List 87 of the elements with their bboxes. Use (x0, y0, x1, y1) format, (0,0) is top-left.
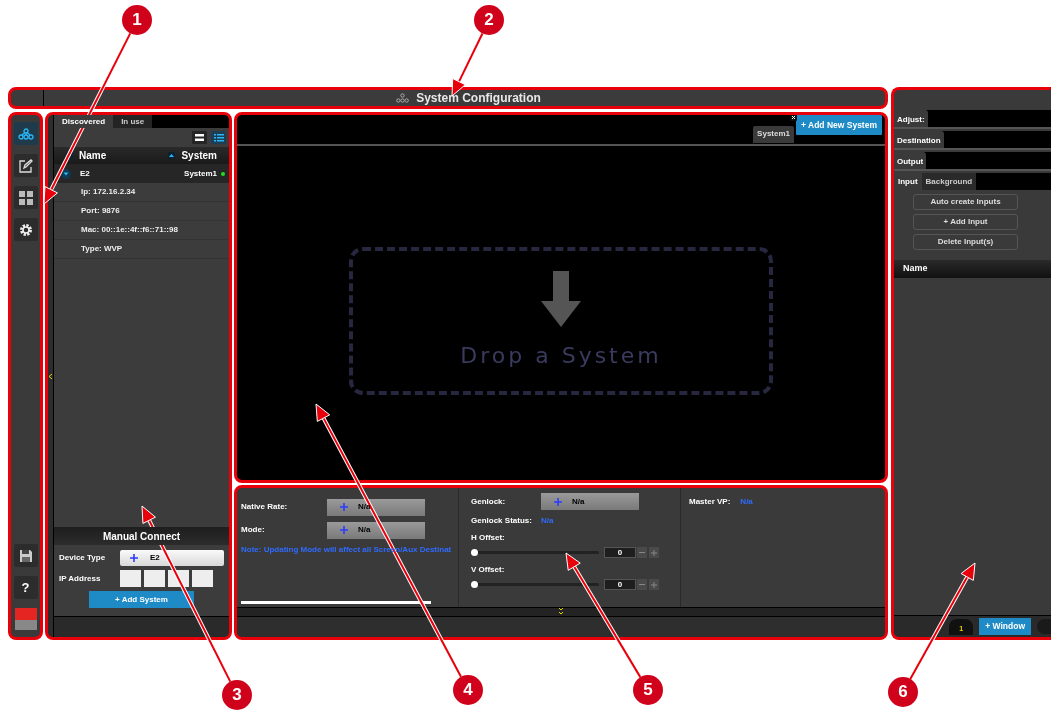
nav-button[interactable] (13, 218, 38, 241)
plus-icon (651, 549, 657, 556)
slider-thumb[interactable] (471, 549, 478, 556)
section-header: Manual Connect (54, 527, 229, 545)
system-name: System1 (184, 167, 217, 180)
tab[interactable]: In use (113, 115, 153, 128)
add-system-button[interactable]: + Add System (89, 591, 194, 608)
field-label: Genlock Status: (471, 515, 533, 527)
nav-button[interactable] (13, 154, 38, 177)
grid-icon (18, 190, 33, 205)
action-button[interactable]: + Add Input (913, 214, 1018, 230)
action-button[interactable]: Auto create Inputs (913, 194, 1018, 210)
column-header: System (181, 149, 217, 163)
callout-number: 4 (453, 675, 483, 705)
field-label: Mode: (241, 524, 266, 536)
callout-number: 5 (633, 675, 663, 705)
list-icon (213, 133, 224, 142)
save-button[interactable] (13, 544, 38, 567)
plus-icon (554, 497, 562, 506)
select-field[interactable]: N/a (327, 521, 425, 539)
field-label: Genlock: (471, 495, 507, 508)
section-tab[interactable]: Output (894, 152, 927, 169)
add-new-system-button[interactable]: + Add New System (796, 115, 882, 135)
number-field[interactable]: 0 (604, 547, 636, 558)
minus-icon (639, 552, 645, 553)
close-icon[interactable] (790, 115, 797, 121)
field-label: V Offset: (471, 564, 506, 576)
select-field[interactable]: N/a (541, 493, 639, 510)
field-label: H Offset: (471, 532, 506, 544)
add-window-button[interactable]: + Window (979, 618, 1031, 635)
view-mode-button[interactable] (192, 131, 207, 144)
callout-number: 6 (888, 677, 918, 707)
callout-number: 2 (474, 5, 504, 35)
plus-icon (130, 554, 138, 562)
plus-icon (340, 526, 348, 534)
callout-number: 3 (222, 680, 252, 710)
status-value: N/a (740, 496, 753, 508)
drop-label: Drop a System (460, 341, 662, 370)
section-tab[interactable]: Destination (894, 131, 944, 148)
device-detail: Type: WVP (81, 243, 123, 255)
nav-button[interactable] (13, 186, 38, 209)
nav-button[interactable] (13, 122, 38, 145)
system-tab[interactable]: System1 (753, 125, 794, 143)
plus-icon (340, 503, 348, 511)
plus-icon (651, 581, 657, 588)
scroll-bar[interactable] (241, 601, 431, 604)
field-label: Master VP: (689, 496, 731, 508)
device-detail: Mac: 00::1e::4f::f6::71::98 (81, 224, 178, 236)
column-header: Name (903, 262, 928, 276)
device-type-select[interactable]: E2 (120, 550, 224, 566)
number-field[interactable]: 0 (604, 579, 636, 590)
field-label: Native Rate: (241, 501, 289, 513)
network-icon (17, 127, 34, 140)
settings-icon (18, 222, 33, 237)
ip-octet-field[interactable] (192, 570, 213, 587)
list-icon (195, 134, 204, 141)
section-tab[interactable]: Adjust: (894, 110, 928, 127)
callout-number: 1 (122, 5, 152, 35)
edit-icon (18, 158, 33, 173)
collapse-handle-icon[interactable] (48, 373, 53, 379)
help-button[interactable]: ? (13, 576, 38, 599)
field-label: IP Address (59, 572, 102, 585)
decrement-button[interactable] (637, 579, 647, 590)
status-value: N/a (541, 515, 554, 527)
device-row[interactable]: E2 System1 (54, 164, 229, 183)
minus-icon (639, 584, 645, 585)
expand-icon[interactable] (61, 168, 71, 179)
tab[interactable]: Background (921, 173, 977, 190)
sort-icon[interactable] (168, 152, 176, 159)
expand-handle-icon[interactable] (557, 608, 565, 616)
tab[interactable]: Discovered (54, 115, 114, 128)
device-detail: Ip: 172.16.2.34 (81, 186, 136, 198)
field-label: Device Type (59, 552, 107, 564)
network-icon (395, 93, 411, 103)
down-arrow-icon (541, 270, 581, 327)
logo-icon (14, 608, 37, 630)
ip-octet-field[interactable] (144, 570, 165, 587)
save-icon (18, 548, 33, 563)
column-header: Name (79, 149, 108, 163)
slider-thumb[interactable] (471, 581, 478, 588)
ip-octet-field[interactable] (120, 570, 141, 587)
device-name: E2 (80, 167, 91, 180)
device-detail: Port: 9876 (81, 205, 120, 217)
window-title: System Configuration (416, 90, 541, 107)
action-button[interactable]: Delete Input(s) (913, 234, 1018, 250)
decrement-button[interactable] (637, 547, 647, 558)
tab[interactable]: Input (894, 173, 922, 190)
